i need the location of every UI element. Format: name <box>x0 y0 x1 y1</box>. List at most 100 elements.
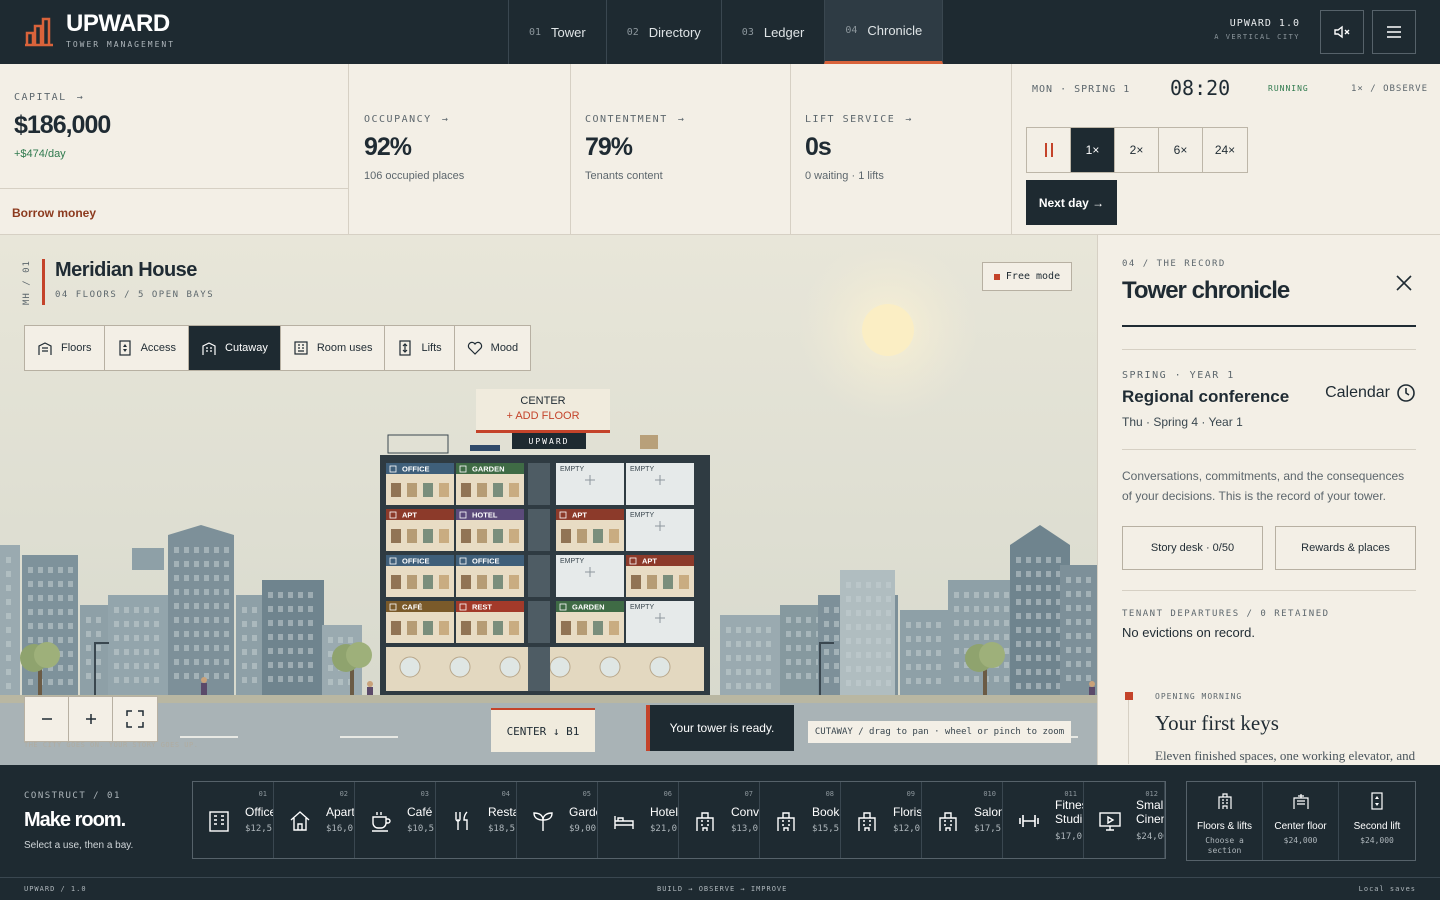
bay-3-3[interactable]: EMPTY <box>556 555 624 597</box>
speed-button[interactable]: 6× <box>1159 128 1203 172</box>
room-option-6[interactable]: 06 Hotel $21,0 <box>598 782 679 858</box>
skyline-window <box>278 662 283 668</box>
zoom-in-button[interactable] <box>69 697 113 741</box>
skyline-window <box>242 649 247 655</box>
view-tab-cutaway[interactable]: Cutaway <box>189 326 281 370</box>
bay-4-3[interactable]: GARDEN <box>556 601 624 643</box>
close-icon <box>1396 275 1412 291</box>
nav-tab-ledger[interactable]: 03 Ledger <box>720 0 825 64</box>
skyline-window <box>242 663 247 669</box>
fit-view-button[interactable] <box>113 697 157 741</box>
view-tab-room-uses[interactable]: Room uses <box>281 326 386 370</box>
close-button[interactable] <box>1392 271 1416 295</box>
room-option-5[interactable]: 05 Garde $9,00 <box>517 782 598 858</box>
room-option-12[interactable]: 012SmallCinema $24,000 <box>1084 782 1165 858</box>
next-day-button[interactable]: Next day → <box>1026 180 1117 225</box>
skyline-window <box>746 641 751 647</box>
cup-icon <box>372 812 391 832</box>
view-tab-floors[interactable]: Floors <box>25 326 105 370</box>
skyline-window <box>1016 641 1021 647</box>
skyline-window <box>114 649 119 655</box>
bay-1-4[interactable]: EMPTY <box>626 463 694 505</box>
speed-button[interactable]: 24× <box>1203 128 1247 172</box>
footer-right[interactable]: Local saves <box>1359 885 1416 893</box>
skyline-window <box>278 620 283 626</box>
bay-4-2[interactable]: REST <box>456 601 524 643</box>
tree-crown <box>346 642 372 668</box>
bay-2-3[interactable]: APT <box>556 509 624 551</box>
bay-2-4[interactable]: EMPTY <box>626 509 694 551</box>
skyline-window <box>906 650 911 656</box>
room-option-4[interactable]: 04 Resta $18,5 <box>436 782 517 858</box>
skyline-window <box>242 607 247 613</box>
skyline-window <box>174 617 179 623</box>
room-price: $17,0 <box>1055 832 1083 842</box>
bay-1-3[interactable]: EMPTY <box>556 463 624 505</box>
view-tab-access[interactable]: Access <box>105 326 190 370</box>
skyline-window <box>144 621 149 627</box>
calendar-button[interactable]: Calendar <box>1325 383 1416 403</box>
skyline-window <box>1076 633 1081 639</box>
lift-stat[interactable]: LIFT SERVICE → 0s 0 waiting · 1 lifts <box>791 64 1012 235</box>
tower-building[interactable]: UPWARD OFFICE GARDEN EMPTY EMPTY APT HOTEL APT E… <box>380 433 710 695</box>
contentment-stat[interactable]: CONTENTMENT → 79% Tenants content <box>571 64 791 235</box>
add-floor-button[interactable]: CENTER + ADD FLOOR <box>476 389 610 433</box>
bay-2-1[interactable]: APT <box>386 509 454 551</box>
nav-tab-directory[interactable]: 02 Directory <box>605 0 721 64</box>
story-entry[interactable]: OPENING MORNING Your first keys Eleven f… <box>1125 692 1416 764</box>
skyline-window <box>1026 683 1031 689</box>
speed-button[interactable]: 2× <box>1115 128 1159 172</box>
room-option-1[interactable]: 01 Office $12,5 <box>193 782 274 858</box>
city-canvas[interactable]: UPWARD OFFICE GARDEN EMPTY EMPTY APT HOTEL APT E… <box>0 235 1097 765</box>
center-floor-button[interactable]: Center floor $24,000 <box>1263 782 1339 860</box>
bay-4-1[interactable]: CAFÉ <box>386 601 454 643</box>
skyline-window <box>766 655 771 661</box>
free-mode-button[interactable]: Free mode <box>982 262 1072 291</box>
room-option-8[interactable]: 08 Books $15,5 <box>760 782 841 858</box>
zoom-out-button[interactable] <box>25 697 69 741</box>
furniture <box>391 483 401 497</box>
skyline-window <box>1086 661 1091 667</box>
furniture <box>391 529 401 543</box>
mute-button[interactable] <box>1320 10 1364 54</box>
skyline-window <box>1066 619 1071 625</box>
elevator-car[interactable] <box>528 647 550 691</box>
bay-1-2[interactable]: GARDEN <box>456 463 524 505</box>
room-option-11[interactable]: 011FitnesStudi $17,0 <box>1003 782 1084 858</box>
view-tab-mood[interactable]: Mood <box>455 326 531 370</box>
building-icon <box>696 812 714 831</box>
rewards-button[interactable]: Rewards & places <box>1275 526 1416 570</box>
skyline-window <box>174 659 179 665</box>
menu-button[interactable] <box>1372 10 1416 54</box>
borrow-money-button[interactable]: Borrow money <box>0 188 349 235</box>
room-option-7[interactable]: 07 Conve $13,0 <box>679 782 760 858</box>
bay-3-1[interactable]: OFFICE <box>386 555 454 597</box>
room-option-10[interactable]: 010 Salon $17,5 <box>922 782 1003 858</box>
lobby-window <box>499 656 521 678</box>
room-option-9[interactable]: 09 Floris $12,0 <box>841 782 922 858</box>
skyline-window <box>954 634 959 640</box>
nav-tab-tower[interactable]: 01 Tower <box>508 0 606 64</box>
skyline-window <box>1026 585 1031 591</box>
bay-1-1[interactable]: OFFICE <box>386 463 454 505</box>
center-basement-button[interactable]: CENTER ↓ B1 <box>491 708 595 752</box>
room-option-3[interactable]: 03 Café $10,5 <box>355 782 436 858</box>
occupancy-stat[interactable]: OCCUPANCY → 92% 106 occupied places <box>350 64 571 235</box>
bay-2-2[interactable]: HOTEL <box>456 509 524 551</box>
second-lift-button[interactable]: Second lift $24,000 <box>1339 782 1415 860</box>
room-option-2[interactable]: 02 Apart $16,0 <box>274 782 355 858</box>
bay-4-4[interactable]: EMPTY <box>626 601 694 643</box>
logo[interactable]: UPWARD TOWER MANAGEMENT <box>24 12 175 49</box>
bay-3-2[interactable]: OFFICE <box>456 555 524 597</box>
nav-tab-chronicle[interactable]: 04 Chronicle <box>824 0 944 64</box>
tree-crown <box>979 642 1005 668</box>
tower-scene[interactable]: UPWARD OFFICE GARDEN EMPTY EMPTY APT HOTEL APT E… <box>0 235 1097 765</box>
stats-bar: CAPITAL → $186,000 +$474/day Borrow money… <box>0 64 1440 235</box>
bay-3-4[interactable]: APT <box>626 555 694 597</box>
skyline-window <box>124 607 129 613</box>
view-tab-lifts[interactable]: Lifts <box>385 326 455 370</box>
floors-lifts-button[interactable]: Floors & lifts Choose a section <box>1187 782 1263 860</box>
speed-button[interactable]: 1× <box>1071 128 1115 172</box>
pause-button[interactable] <box>1027 128 1071 172</box>
story-desk-button[interactable]: Story desk · 0/50 <box>1122 526 1263 570</box>
